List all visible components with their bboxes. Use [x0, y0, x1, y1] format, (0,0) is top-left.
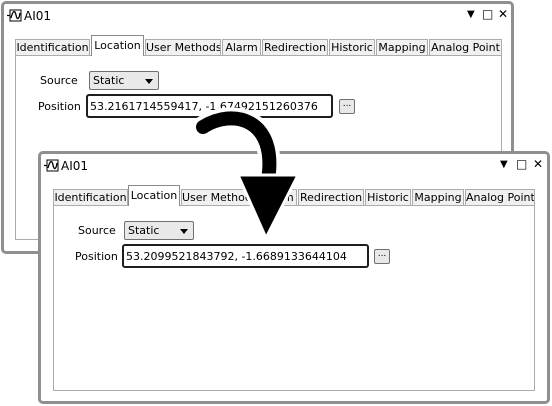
source-select[interactable]: Static: [124, 221, 194, 240]
maximize-icon[interactable]: □: [482, 8, 493, 20]
tab-identification[interactable]: Identification: [53, 189, 128, 206]
source-value: Static: [93, 74, 125, 87]
maximize-icon[interactable]: □: [516, 158, 527, 170]
front-title-bar: AI01 ▼ □ ✕: [41, 154, 547, 178]
position-field[interactable]: 53.2161714559417, -1.67492151260376: [86, 94, 333, 118]
source-label: Source: [78, 224, 116, 237]
tab-analog-point[interactable]: Analog Point: [465, 189, 535, 206]
back-window-title: AI01: [24, 9, 52, 23]
tab-location[interactable]: Location: [128, 185, 180, 206]
close-icon[interactable]: ✕: [533, 158, 543, 170]
tab-identification[interactable]: Identification: [15, 39, 90, 56]
source-label: Source: [40, 74, 78, 87]
position-value: 53.2099521843792, -1.6689133644104: [126, 250, 347, 263]
front-location-panel: Source Static Position 53.2099521843792,…: [53, 205, 535, 391]
front-window-title: AI01: [61, 159, 89, 173]
tab-historic[interactable]: Historic: [365, 189, 411, 206]
back-tab-strip: Identification Location User Methods Ala…: [15, 35, 502, 56]
analog-input-icon: [44, 159, 59, 172]
chevron-down-icon: [180, 229, 188, 234]
tab-mapping[interactable]: Mapping: [376, 39, 428, 56]
analog-input-icon: [7, 9, 22, 22]
front-tab-strip: Identification Location User Methods Ala…: [53, 185, 535, 206]
tab-alarm[interactable]: Alarm: [258, 189, 297, 206]
browse-button[interactable]: ...: [339, 99, 355, 114]
tab-analog-point[interactable]: Analog Point: [429, 39, 502, 56]
front-window: AI01 ▼ □ ✕ Identification Location User …: [38, 151, 550, 404]
back-title-bar: AI01 ▼ □ ✕: [4, 4, 511, 28]
tab-user-methods[interactable]: User Methods: [181, 189, 257, 206]
tab-alarm[interactable]: Alarm: [222, 39, 261, 56]
browse-button[interactable]: ...: [374, 249, 390, 264]
tab-mapping[interactable]: Mapping: [412, 189, 464, 206]
source-select[interactable]: Static: [89, 71, 159, 90]
source-value: Static: [128, 224, 160, 237]
tab-location[interactable]: Location: [91, 35, 144, 56]
dropdown-icon[interactable]: ▼: [467, 9, 475, 21]
dropdown-icon[interactable]: ▼: [500, 159, 508, 171]
chevron-down-icon: [145, 79, 153, 84]
tab-redirection[interactable]: Redirection: [262, 39, 328, 56]
tab-redirection[interactable]: Redirection: [298, 189, 364, 206]
tab-historic[interactable]: Historic: [329, 39, 375, 56]
position-field[interactable]: 53.2099521843792, -1.6689133644104: [122, 244, 369, 268]
close-icon[interactable]: ✕: [498, 8, 508, 20]
position-value: 53.2161714559417, -1.67492151260376: [90, 100, 318, 113]
position-label: Position: [38, 100, 81, 113]
tab-user-methods[interactable]: User Methods: [145, 39, 221, 56]
position-label: Position: [75, 250, 118, 263]
